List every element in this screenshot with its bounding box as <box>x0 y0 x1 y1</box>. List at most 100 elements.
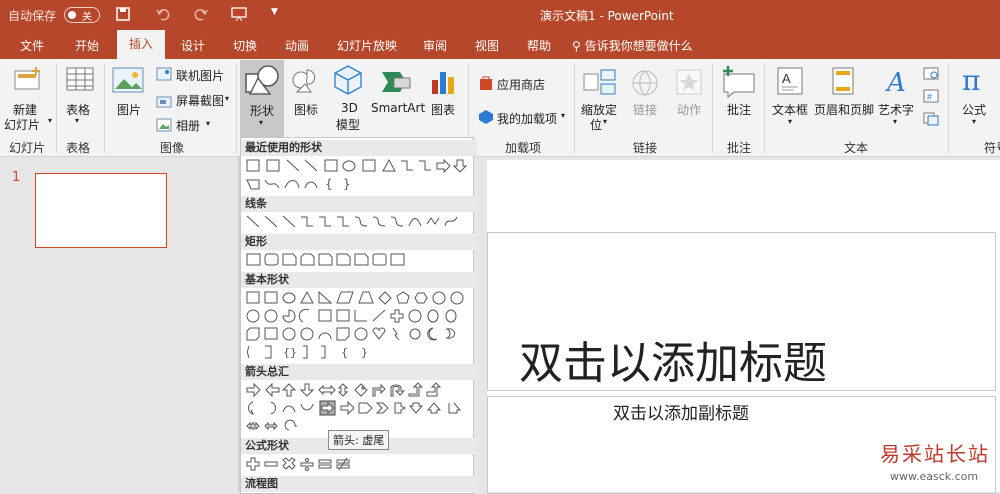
group-label-comments: 批注 <box>727 141 752 155</box>
link-icon <box>630 68 660 101</box>
group-label-tables: 表格 <box>66 141 91 155</box>
basic-shapes-row-1[interactable] <box>245 290 469 306</box>
lines-row[interactable] <box>245 214 469 230</box>
tab-insert[interactable]: 插入 <box>117 30 166 59</box>
presentation-icon[interactable] <box>231 7 247 24</box>
subtitle-placeholder-text: 双击以添加副标题 <box>613 404 749 424</box>
online-picture-button[interactable]: 联机图片 <box>176 67 224 84</box>
tell-me-text: 告诉我你想要做什么 <box>584 39 693 53</box>
ribbon-tabs: 文件 开始 插入 设计 切换 动画 幻灯片放映 审阅 视图 帮助 ⚲ 告诉我你想… <box>0 30 1000 59</box>
tab-transitions[interactable]: 切换 <box>233 37 257 54</box>
rectangles-row[interactable] <box>245 252 469 268</box>
svg-text:A: A <box>782 71 791 86</box>
group-label-text: 文本 <box>844 141 869 155</box>
3d-model-icon <box>333 64 363 99</box>
group-label-links: 链接 <box>633 141 658 155</box>
group-label-images: 图像 <box>160 141 185 155</box>
screenshot-button[interactable]: 屏幕截图 <box>176 92 224 109</box>
equation-dropdown-icon[interactable]: ▾ <box>972 117 976 126</box>
equation-shapes-row[interactable] <box>245 456 469 472</box>
category-rectangles: 矩形 <box>241 234 477 250</box>
recent-shapes-row-2[interactable]: { } <box>245 176 469 192</box>
chart-button[interactable]: 图表 <box>431 101 455 118</box>
basic-shapes-row-4[interactable]: {} { } <box>245 344 469 360</box>
table-dropdown-icon[interactable]: ▾ <box>75 116 79 125</box>
tell-me-search[interactable]: ⚲ 告诉我你想要做什么 <box>572 37 693 54</box>
3d-model-label-2[interactable]: 模型 <box>336 116 360 133</box>
autosave-label: 自动保存 <box>8 9 57 23</box>
redo-icon[interactable] <box>194 7 208 24</box>
svg-text:#: # <box>927 92 932 102</box>
album-dropdown-icon[interactable]: ▾ <box>206 119 210 128</box>
icons-button[interactable]: 图标 <box>294 101 318 118</box>
zoom-label-2[interactable]: 位 <box>590 116 602 133</box>
undo-icon[interactable] <box>156 7 170 24</box>
basic-shapes-row-2[interactable] <box>245 308 469 324</box>
smartart-button[interactable]: SmartArt <box>371 101 425 115</box>
autosave-state: 关 <box>82 12 92 23</box>
group-label-symbols: 符号 <box>984 141 1000 155</box>
picture-button[interactable]: 图片 <box>117 101 141 118</box>
screenshot-icon <box>156 94 172 111</box>
wordart-dropdown-icon[interactable]: ▾ <box>893 117 897 126</box>
store-icon <box>478 75 494 94</box>
category-recent: 最近使用的形状 <box>241 140 477 156</box>
store-button[interactable]: 应用商店 <box>497 76 545 93</box>
wordart-button[interactable]: 艺术字 <box>878 101 914 118</box>
separator <box>56 63 57 153</box>
window-title: 演示文稿1 - PowerPoint <box>540 9 674 23</box>
new-slide-label-2[interactable]: 幻灯片 <box>4 116 40 133</box>
header-footer-button[interactable]: 页眉和页脚 <box>814 101 874 118</box>
comment-button[interactable]: 批注 <box>727 101 751 118</box>
date-time-icon <box>923 66 939 83</box>
new-slide-dropdown-icon[interactable]: ▾ <box>48 116 52 125</box>
recent-shapes-row-1[interactable] <box>245 158 469 174</box>
save-icon[interactable] <box>116 7 130 24</box>
link-button[interactable]: 链接 <box>633 101 657 118</box>
separator <box>712 63 713 153</box>
album-icon <box>156 118 172 135</box>
title-bar: 自动保存 关 ▼ 演示文稿1 - PowerPoint <box>0 0 1000 30</box>
icons-icon <box>289 66 321 99</box>
3d-model-label-1[interactable]: 3D <box>341 101 358 115</box>
customize-qat-icon[interactable]: ▼ <box>271 7 278 17</box>
tab-home[interactable]: 开始 <box>75 37 99 54</box>
zoom-dropdown-icon[interactable]: ▾ <box>603 117 607 126</box>
toggle-knob <box>68 11 76 19</box>
category-basic-shapes: 基本形状 <box>241 272 477 288</box>
textbox-button[interactable]: 文本框 <box>772 101 808 118</box>
basic-shapes-row-3[interactable] <box>245 326 469 342</box>
autosave-toggle[interactable]: 关 <box>64 7 100 23</box>
action-button[interactable]: 动作 <box>677 101 701 118</box>
block-arrows-row-2[interactable] <box>245 400 469 416</box>
tab-help[interactable]: 帮助 <box>527 37 551 54</box>
tab-slideshow[interactable]: 幻灯片放映 <box>337 37 397 54</box>
textbox-dropdown-icon[interactable]: ▾ <box>788 117 792 126</box>
album-button[interactable]: 相册 <box>176 117 200 134</box>
block-arrows-row-1[interactable] <box>245 382 469 398</box>
tab-animations[interactable]: 动画 <box>285 37 309 54</box>
tab-review[interactable]: 审阅 <box>423 37 447 54</box>
slide-thumbnail[interactable] <box>35 173 167 248</box>
svg-text:{}: {} <box>283 346 297 359</box>
my-addins-dropdown-icon[interactable]: ▾ <box>561 111 565 120</box>
table-icon <box>66 67 94 96</box>
my-addins-button[interactable]: 我的加载项 <box>497 110 557 127</box>
zoom-icon <box>583 68 617 101</box>
tab-file[interactable]: 文件 <box>20 37 44 54</box>
equation-button[interactable]: 公式 <box>962 101 986 118</box>
shapes-label: 形状 <box>250 104 275 118</box>
category-flowchart: 流程图 <box>241 476 477 492</box>
svg-text:{: { <box>341 346 348 359</box>
screenshot-dropdown-icon[interactable]: ▾ <box>225 94 229 103</box>
tab-design[interactable]: 设计 <box>181 37 205 54</box>
shapes-icon <box>244 64 280 101</box>
my-addins-icon <box>478 109 494 128</box>
new-slide-icon <box>12 65 42 98</box>
shape-tooltip: 箭头: 虚尾 <box>328 430 390 450</box>
object-icon <box>923 112 939 129</box>
tab-view[interactable]: 视图 <box>475 37 499 54</box>
svg-text:π: π <box>962 64 980 96</box>
slide-number: 1 <box>12 170 21 185</box>
action-icon <box>675 68 703 99</box>
